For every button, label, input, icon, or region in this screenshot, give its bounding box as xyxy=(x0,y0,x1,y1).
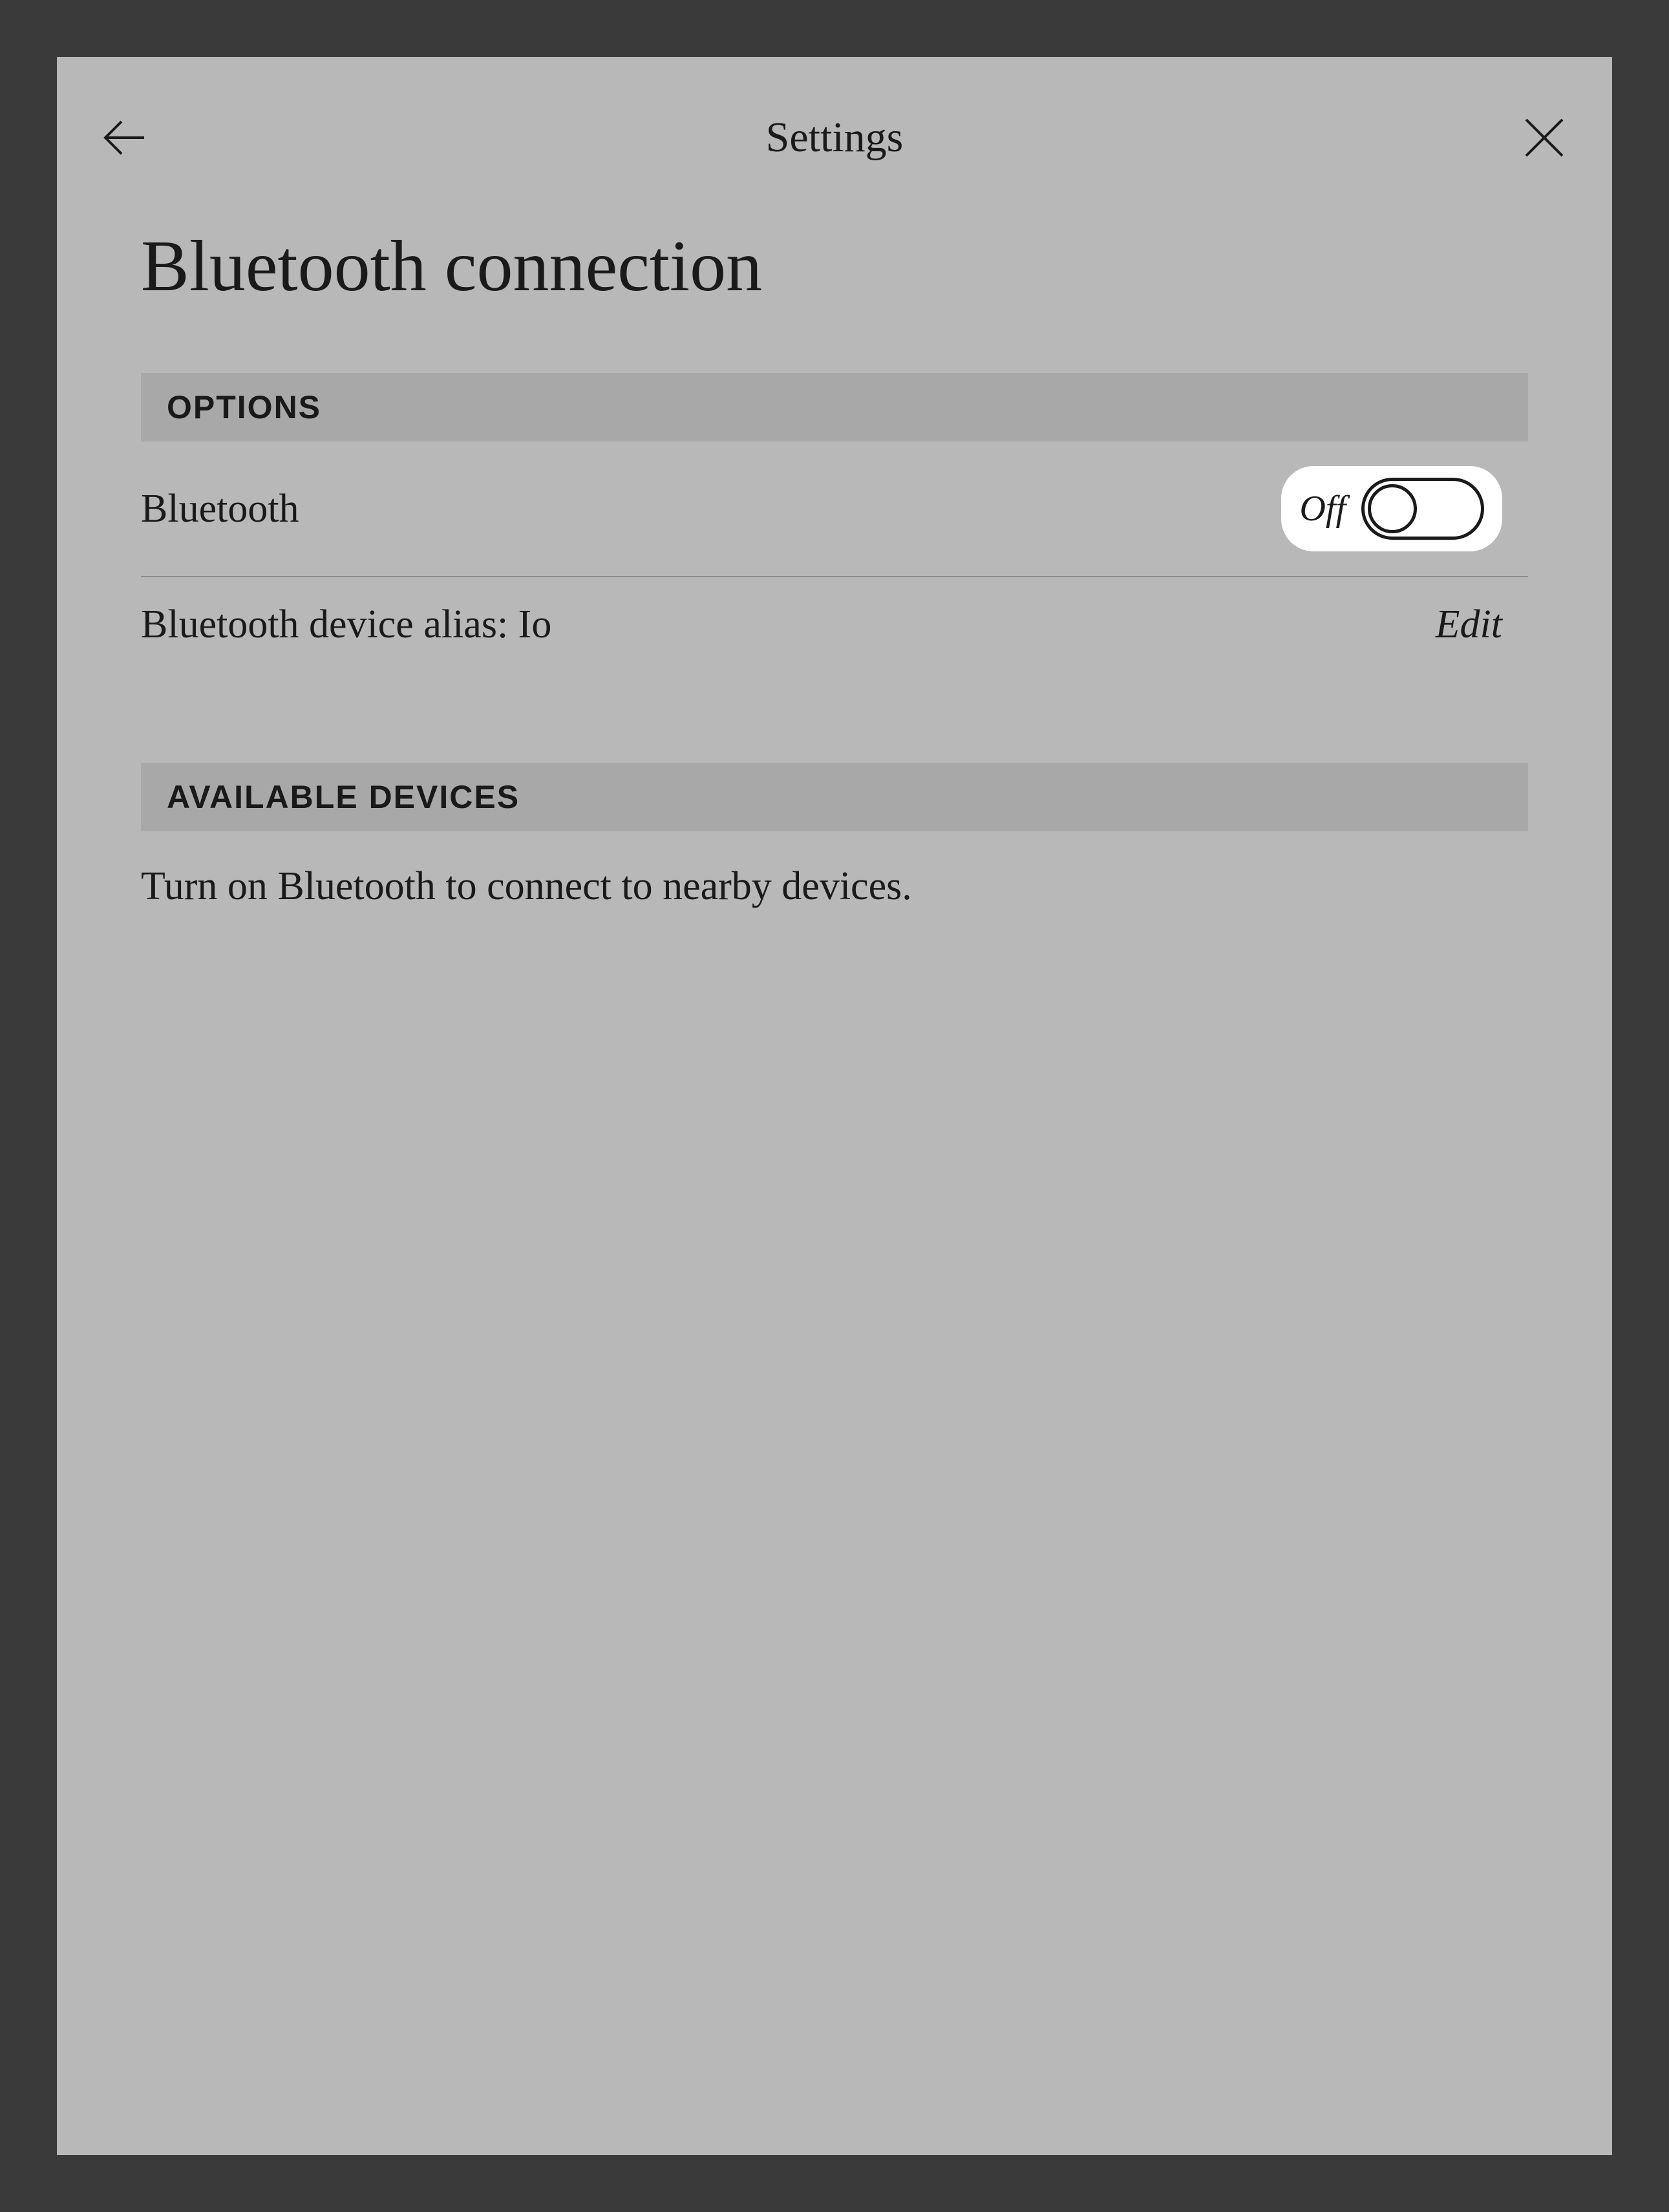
bluetooth-toggle[interactable]: Off xyxy=(1281,466,1502,551)
page-title: Bluetooth connection xyxy=(141,225,1528,308)
toggle-knob xyxy=(1368,484,1417,533)
back-button[interactable] xyxy=(96,109,154,167)
available-devices-section-header: AVAILABLE DEVICES xyxy=(141,763,1528,831)
edit-alias-button[interactable]: Edit xyxy=(1436,602,1502,648)
device-alias-label: Bluetooth device alias: Io xyxy=(141,602,551,648)
bluetooth-label: Bluetooth xyxy=(141,486,299,532)
arrow-left-icon xyxy=(99,112,151,164)
close-icon xyxy=(1518,112,1570,164)
close-button[interactable] xyxy=(1515,109,1573,167)
options-section-header: OPTIONS xyxy=(141,373,1528,441)
toggle-switch-icon xyxy=(1361,478,1484,540)
toggle-state-label: Off xyxy=(1299,488,1346,529)
settings-screen: Settings Bluetooth connection OPTIONS Bl… xyxy=(57,57,1612,2155)
header-bar: Settings xyxy=(57,57,1612,193)
header-title: Settings xyxy=(766,113,904,162)
device-alias-row: Bluetooth device alias: Io Edit xyxy=(141,577,1528,672)
content-area: Bluetooth connection OPTIONS Bluetooth O… xyxy=(57,225,1612,942)
bluetooth-toggle-row: Bluetooth Off xyxy=(141,441,1528,577)
available-devices-message: Turn on Bluetooth to connect to nearby d… xyxy=(141,831,1528,942)
